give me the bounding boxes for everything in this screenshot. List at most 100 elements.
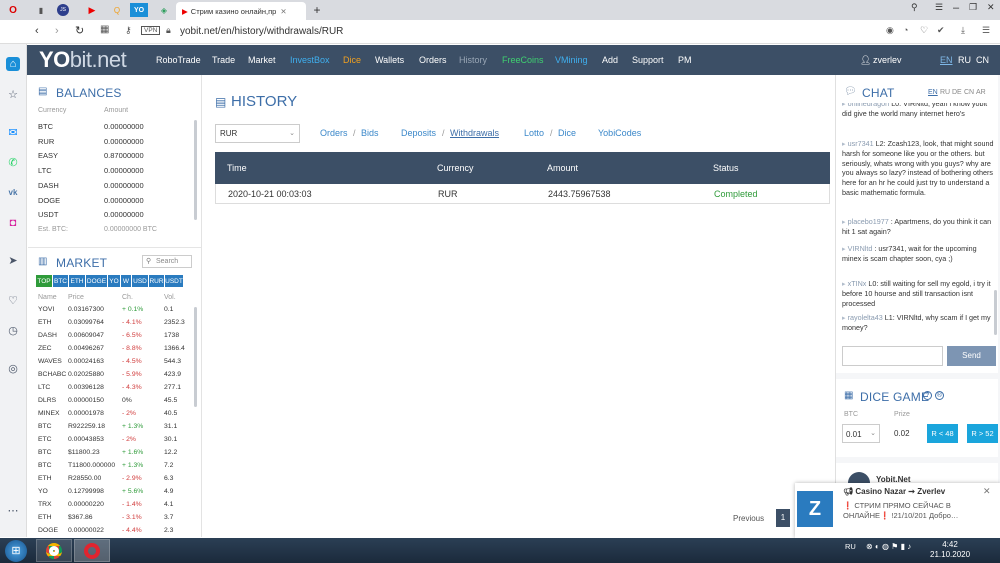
heart-icon[interactable]: ♡ (6, 294, 20, 308)
nav-orders[interactable]: Orders (419, 55, 447, 65)
link-yobicodes[interactable]: YobiCodes (598, 128, 641, 138)
send-button[interactable]: Send (947, 346, 996, 366)
balances-scrollbar[interactable] (194, 120, 197, 220)
chat-input[interactable] (842, 346, 943, 366)
market-row[interactable]: DOGE 0.00000022 - 4.4% 2.3 (38, 527, 198, 537)
market-tab-rur[interactable]: RUR (149, 275, 164, 287)
tab-menu-icon[interactable]: ☰ (935, 2, 943, 13)
market-row[interactable]: MINEX 0.00001978 - 2% 40.5 (38, 410, 198, 423)
opera-logo-icon[interactable]: O (4, 3, 22, 17)
chat-scrollbar[interactable] (994, 290, 997, 335)
link-deposits[interactable]: Deposits (401, 128, 436, 138)
yobit-logo[interactable]: YObit.net (39, 47, 127, 73)
search-icon[interactable]: ⚲ (911, 2, 918, 13)
settings-menu-icon[interactable]: ☰ (982, 25, 990, 36)
nav-investbox[interactable]: InvestBox (290, 55, 330, 65)
chat-username[interactable]: VIRNltd (848, 244, 873, 253)
chat-username[interactable]: rayolelta43 (848, 313, 883, 322)
chat-username[interactable]: onlinedragon (848, 103, 890, 108)
dice-roll-low-button[interactable]: R < 48 (927, 424, 958, 443)
maximize-icon[interactable]: ❐ (969, 2, 977, 13)
market-tab-btc[interactable]: BTC (53, 275, 68, 287)
keyboard-lang[interactable]: RU (845, 542, 856, 551)
chat-lang-cn[interactable]: CN (964, 89, 974, 96)
balance-row[interactable]: RUR 0.00000000 (38, 137, 178, 151)
market-tab-top[interactable]: TOP (36, 275, 52, 287)
market-tab-yo[interactable]: YO (108, 275, 120, 287)
nav-history[interactable]: History (459, 55, 487, 65)
nav-wallets[interactable]: Wallets (375, 55, 404, 65)
market-row[interactable]: BCHABC 0.02025880 - 5.9% 423.9 (38, 371, 198, 384)
opera-taskbar-icon[interactable] (74, 539, 110, 562)
whatsapp-icon[interactable]: ✆ (6, 156, 20, 170)
market-row[interactable]: ZEC 0.00496267 - 8.8% 1366.4 (38, 345, 198, 358)
messenger-icon[interactable]: ✉ (6, 126, 20, 140)
bookmark-icon[interactable]: ☆ (6, 88, 20, 102)
balance-row[interactable]: BTC 0.00000000 (38, 122, 178, 136)
chat-username[interactable]: usr7341 (848, 139, 874, 148)
back-icon[interactable]: ‹ (35, 25, 39, 37)
youtube-icon[interactable]: ▶ (83, 3, 101, 17)
tab-page-icon[interactable]: ▮ (32, 3, 50, 17)
market-row[interactable]: DLRS 0.00000150 0% 45.5 (38, 397, 198, 410)
lang-ru[interactable]: RU (958, 55, 971, 65)
chat-lang-en[interactable]: EN (928, 89, 938, 96)
nav-robotrade[interactable]: RoboTrade (156, 55, 201, 65)
market-row[interactable]: BTC R922259.18 + 1.3% 31.1 (38, 423, 198, 436)
market-row[interactable]: ETC 0.00043853 - 2% 30.1 (38, 436, 198, 449)
currency-select[interactable]: RUR ⌄ (215, 124, 300, 143)
new-tab-plus-icon[interactable]: + (308, 3, 326, 17)
vpn-badge[interactable]: VPN (141, 26, 161, 35)
download-icon[interactable]: ⤓ (961, 25, 965, 36)
market-row[interactable]: TRX 0.00000220 - 1.4% 4.1 (38, 501, 198, 514)
nav-dice[interactable]: Dice (343, 55, 361, 65)
market-row[interactable]: ETH 0.03099764 - 4.1% 2352.3 (38, 319, 198, 332)
chat-lang-ar[interactable]: AR (976, 89, 986, 96)
forward-icon[interactable]: › (55, 25, 59, 37)
nav-trade[interactable]: Trade (212, 55, 235, 65)
market-tab-doge[interactable]: DOGE (86, 275, 107, 287)
market-row[interactable]: YO 0.12799998 + 5.6% 4.9 (38, 488, 198, 501)
notification-popup[interactable]: Z 📢︎ Casino Nazar ➞ Zverlev ❗ СТРИМ ПРЯМ… (795, 483, 1000, 538)
market-row[interactable]: BTC T11800.000000 + 1.3% 7.2 (38, 462, 198, 475)
key-icon[interactable]: ⚷ (125, 25, 132, 36)
link-dice[interactable]: Dice (558, 128, 576, 138)
pagination-page-1[interactable]: 1 (776, 509, 790, 527)
market-row[interactable]: DASH 0.00609047 - 6.5% 1738 (38, 332, 198, 345)
tab-site-icon[interactable]: JS (57, 4, 69, 16)
market-scrollbar[interactable] (194, 307, 197, 407)
url-field[interactable]: yobit.net/en/history/withdrawals/RUR (180, 26, 343, 37)
help-icon[interactable]: ? (923, 391, 932, 400)
home-icon[interactable]: ⌂ (6, 57, 20, 71)
pagination-previous[interactable]: Previous (733, 514, 764, 523)
nav-market[interactable]: Market (248, 55, 276, 65)
link-withdrawals[interactable]: Withdrawals (450, 128, 499, 138)
more-icon[interactable]: ⋯ (6, 504, 20, 518)
market-row[interactable]: ETH $367.86 - 3.1% 3.7 (38, 514, 198, 527)
dice-roll-high-button[interactable]: R > 52 (967, 424, 998, 443)
username[interactable]: zverlev (873, 55, 902, 65)
link-bids[interactable]: Bids (361, 128, 379, 138)
info-icon[interactable]: ® (935, 391, 944, 400)
chrome-taskbar-icon[interactable] (36, 539, 72, 562)
shield-check-icon[interactable]: ✔ (937, 25, 945, 36)
heart-icon[interactable]: ♡ (920, 25, 928, 36)
tray-icons[interactable]: ⊗ ◐ ◍ ⚑ ▮ ♪ (866, 542, 911, 551)
clock[interactable]: 4:42 21.10.2020 (930, 540, 970, 560)
market-row[interactable]: WAVES 0.00024163 - 4.5% 544.3 (38, 358, 198, 371)
nav-add[interactable]: Add (602, 55, 618, 65)
lang-en[interactable]: EN (940, 55, 953, 65)
market-tab-usdt[interactable]: USDT (165, 275, 183, 287)
location-icon[interactable]: ◎ (6, 362, 20, 376)
home-grid-icon[interactable]: ▦ (100, 24, 109, 35)
vk-icon[interactable]: vk (6, 186, 20, 200)
nav-vmining[interactable]: VMining (555, 55, 588, 65)
tab-active[interactable]: ▶ Стрим казино онлайн,пр ✕ (176, 2, 306, 20)
chat-username[interactable]: placebo1977 (848, 217, 889, 226)
start-button[interactable]: ⊞ (5, 540, 27, 562)
link-lotto[interactable]: Lotto (524, 128, 544, 138)
lang-cn[interactable]: CN (976, 55, 989, 65)
nav-support[interactable]: Support (632, 55, 664, 65)
dice-bet-select[interactable]: 0.01 ⌄ (842, 424, 880, 443)
tab-yobit[interactable]: YO (130, 3, 148, 17)
